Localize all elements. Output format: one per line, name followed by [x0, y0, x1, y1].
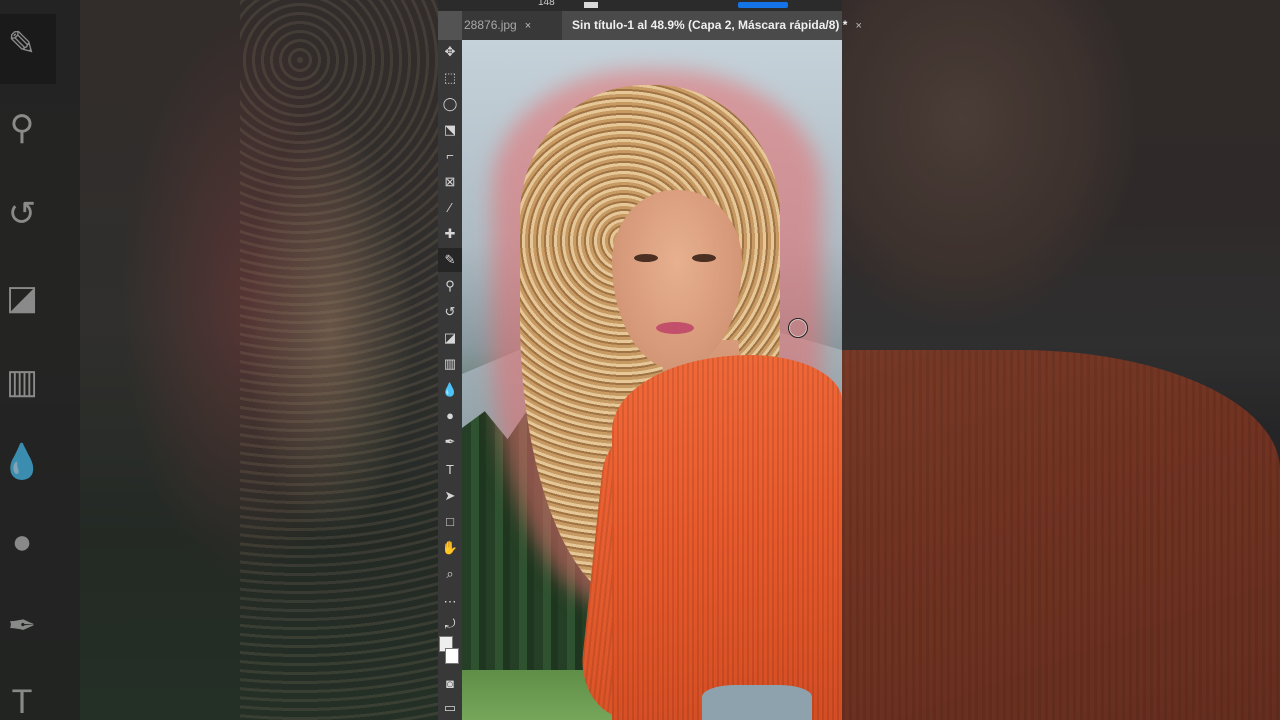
background-color-swatch[interactable]	[445, 648, 459, 664]
dodge-icon[interactable]: ●	[438, 404, 462, 428]
eraser-icon[interactable]: ◪	[438, 326, 462, 350]
left-zoom-panel: ✎ ⚲ ↺ ◪ ▥ 💧 ● ✒ T	[0, 0, 438, 720]
tab-sin-titulo-1[interactable]: Sin título-1 al 48.9% (Capa 2, Máscara r…	[562, 11, 862, 40]
lasso-icon[interactable]: ◯	[438, 92, 462, 116]
photo-orange-sweater	[612, 355, 842, 720]
document-tabs: 28876.jpg × Sin título-1 al 48.9% (Capa 2…	[462, 11, 862, 41]
eyedropper-icon[interactable]: ⁄	[438, 196, 462, 220]
tools-panel: ✥ ⬚ ◯ ⬔ ⌐ ⊠ ⁄ ✚ ✎ ⚲ ↺ ◪ ▥ 💧 ● ✒ T ➤ □ ✋ …	[438, 40, 463, 720]
more-tools-icon[interactable]: ⋯	[438, 590, 462, 614]
options-value[interactable]: 148	[538, 0, 555, 8]
crop-icon[interactable]: ⌐	[438, 144, 462, 168]
close-icon[interactable]: ×	[525, 12, 531, 41]
brush-cursor	[788, 318, 808, 338]
gradient-icon[interactable]: ▥	[438, 352, 462, 376]
blur-icon[interactable]: 💧	[438, 378, 462, 402]
healing-brush-icon[interactable]: ✚	[438, 222, 462, 246]
photo-jeans	[702, 685, 812, 720]
type-icon[interactable]: T	[438, 458, 462, 482]
move-icon[interactable]: ✥	[438, 40, 462, 64]
path-select-icon[interactable]: ➤	[438, 484, 462, 508]
zoom-icon[interactable]: ⌕	[438, 562, 462, 586]
brush-icon[interactable]: ✎	[438, 248, 462, 272]
object-select-icon[interactable]: ⬔	[438, 118, 462, 142]
tab-28876-jpg[interactable]: 28876.jpg ×	[462, 11, 559, 40]
shape-icon[interactable]: □	[438, 510, 462, 534]
dim-overlay	[0, 0, 438, 720]
options-swatch[interactable]	[584, 2, 598, 8]
tab-label: Sin título-1 al 48.9% (Capa 2, Máscara r…	[572, 18, 848, 32]
frame-icon[interactable]: ⊠	[438, 170, 462, 194]
screen-mode-icon[interactable]: ▭	[438, 696, 462, 720]
close-icon[interactable]: ×	[855, 12, 861, 41]
document-canvas[interactable]	[462, 40, 842, 720]
history-brush-icon[interactable]: ↺	[438, 300, 462, 324]
tab-label: 28876.jpg	[464, 18, 517, 32]
swap-colors-icon[interactable]: ⤾	[438, 612, 462, 636]
pen-icon[interactable]: ✒	[438, 430, 462, 454]
marquee-icon[interactable]: ⬚	[438, 66, 462, 90]
quick-mask-icon[interactable]: ◙	[438, 672, 462, 696]
photo-lips	[656, 322, 694, 334]
options-active-control[interactable]	[738, 2, 788, 8]
photo-right-eye	[692, 254, 716, 262]
hand-icon[interactable]: ✋	[438, 536, 462, 560]
options-bar: 148	[438, 0, 842, 11]
right-zoom-panel	[842, 0, 1280, 720]
clone-stamp-icon[interactable]: ⚲	[438, 274, 462, 298]
photo-left-eye	[634, 254, 658, 262]
photoshop-window: 148 28876.jpg × Sin título-1 al 48.9% (Ca…	[438, 0, 862, 720]
dim-overlay	[842, 0, 1280, 720]
